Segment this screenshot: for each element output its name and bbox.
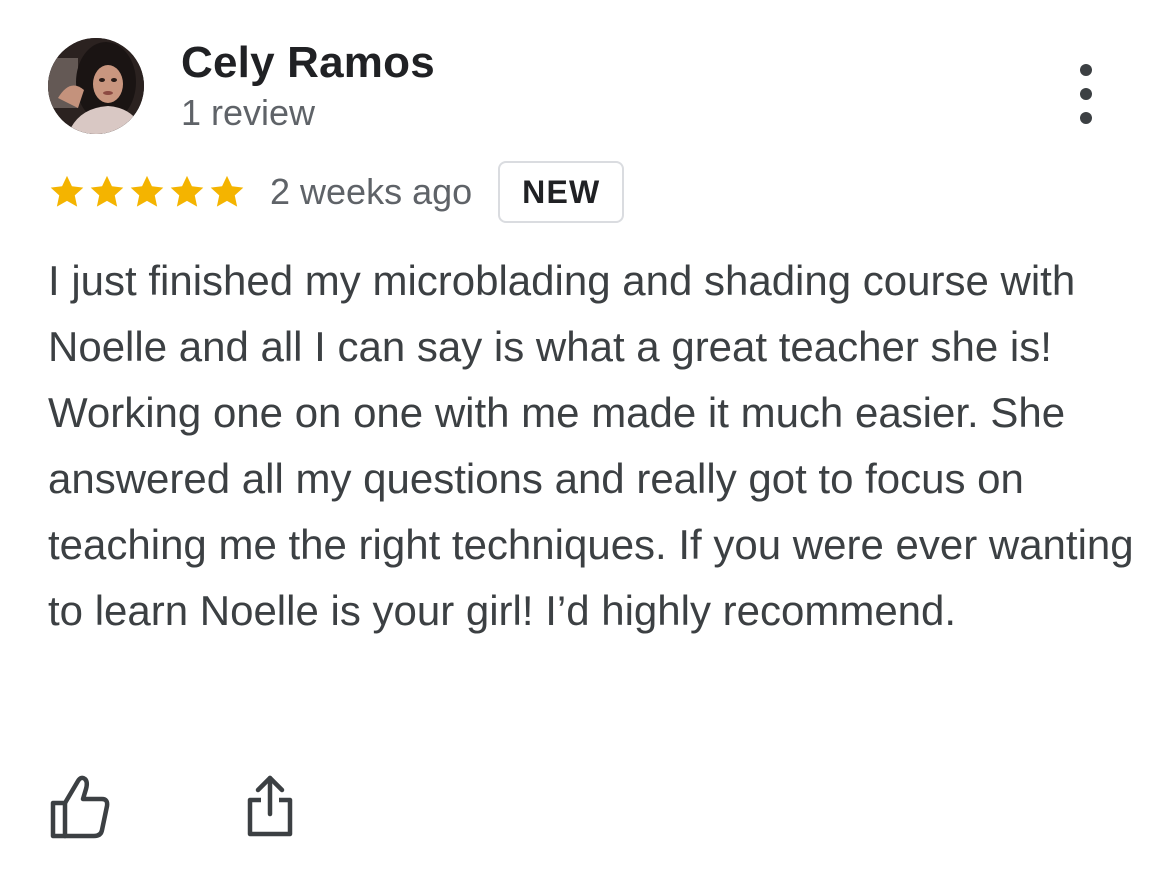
more-options-button[interactable]	[1064, 64, 1108, 124]
star-icon	[88, 173, 126, 211]
review-text: I just finished my microblading and shad…	[48, 257, 1134, 634]
review-date: 2 weeks ago	[270, 171, 473, 212]
review-card: Cely Ramos 1 review 2 weeks ago NEW I ju…	[0, 0, 1170, 870]
thumb-up-icon	[48, 772, 112, 840]
share-button[interactable]	[238, 772, 302, 840]
star-icon	[168, 173, 206, 211]
more-vert-icon	[1080, 64, 1092, 124]
star-icon	[208, 173, 246, 211]
review-count[interactable]: 1 review	[181, 92, 315, 134]
share-icon	[238, 772, 302, 840]
reviewer-name[interactable]: Cely Ramos	[181, 38, 435, 88]
star-rating	[48, 173, 246, 211]
like-button[interactable]	[48, 772, 112, 840]
avatar-image	[48, 38, 144, 134]
avatar[interactable]	[48, 38, 144, 134]
star-icon	[128, 173, 166, 211]
new-badge: NEW	[498, 161, 625, 223]
star-icon	[48, 173, 86, 211]
rating-row: 2 weeks ago NEW	[48, 158, 625, 226]
